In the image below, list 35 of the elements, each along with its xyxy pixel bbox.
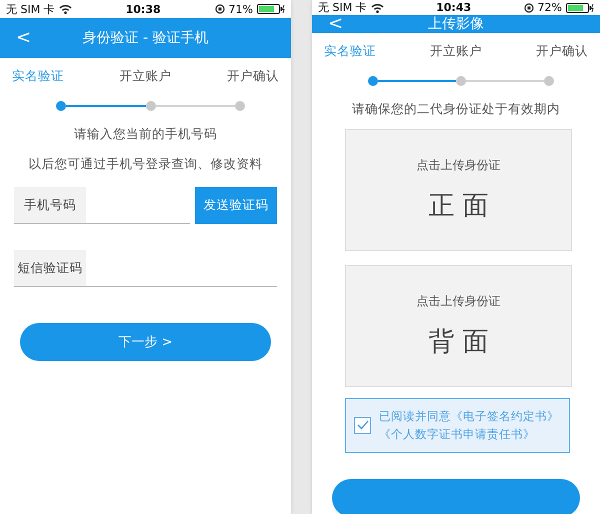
input-field[interactable]: 手机号码 bbox=[14, 187, 190, 224]
upload-card[interactable]: 点击上传身份证 正 面 bbox=[345, 129, 572, 251]
status-time: 10:43 bbox=[436, 1, 472, 14]
checkbox[interactable] bbox=[354, 416, 371, 434]
instruction-text: 请输入您当前的手机号码 bbox=[73, 126, 218, 143]
step-label[interactable]: 开立账户 bbox=[120, 68, 172, 85]
status-time: 10:38 bbox=[126, 2, 161, 16]
screen-title: 身份验证 - 验证手机 bbox=[82, 29, 208, 47]
field-label: 手机号码 bbox=[14, 187, 86, 223]
step-label[interactable]: 开户确认 bbox=[536, 43, 588, 60]
field-label: 短信验证码 bbox=[14, 250, 86, 286]
instruction-text: 请确保您的二代身份证处于有效期内 bbox=[351, 101, 561, 118]
card-side-label: 正 面 bbox=[428, 190, 489, 223]
input-field[interactable]: 短信验证码 bbox=[14, 250, 277, 287]
orientation-lock-icon bbox=[524, 2, 534, 12]
carrier-label: 无 SIM 卡 bbox=[318, 0, 367, 15]
screen-title: 上传影像 bbox=[428, 15, 484, 33]
battery-icon bbox=[566, 2, 594, 12]
wifi-icon bbox=[370, 2, 384, 12]
orientation-lock-icon bbox=[214, 4, 225, 14]
card-side-label: 背 面 bbox=[428, 326, 489, 359]
wifi-icon bbox=[58, 4, 72, 14]
upload-hint: 点击上传身份证 bbox=[416, 157, 500, 174]
battery-percent: 72% bbox=[538, 1, 562, 14]
checkmark-icon bbox=[356, 420, 368, 430]
battery-percent: 71% bbox=[228, 2, 253, 16]
agreement-text: 已阅读并同意《电子签名约定书》《个人数字证书申请责任书》 bbox=[379, 408, 560, 444]
carrier-label: 无 SIM 卡 bbox=[6, 2, 55, 16]
upload-card[interactable]: 点击上传身份证 背 面 bbox=[345, 265, 572, 387]
upload-hint: 点击上传身份证 bbox=[416, 293, 500, 310]
step-label[interactable]: 开立账户 bbox=[430, 43, 482, 60]
step-label[interactable]: 开户确认 bbox=[227, 68, 279, 85]
submit-button[interactable] bbox=[332, 478, 580, 514]
instruction-text: 以后您可通过手机号登录查询、修改资料 bbox=[28, 156, 264, 173]
battery-icon bbox=[257, 4, 285, 14]
